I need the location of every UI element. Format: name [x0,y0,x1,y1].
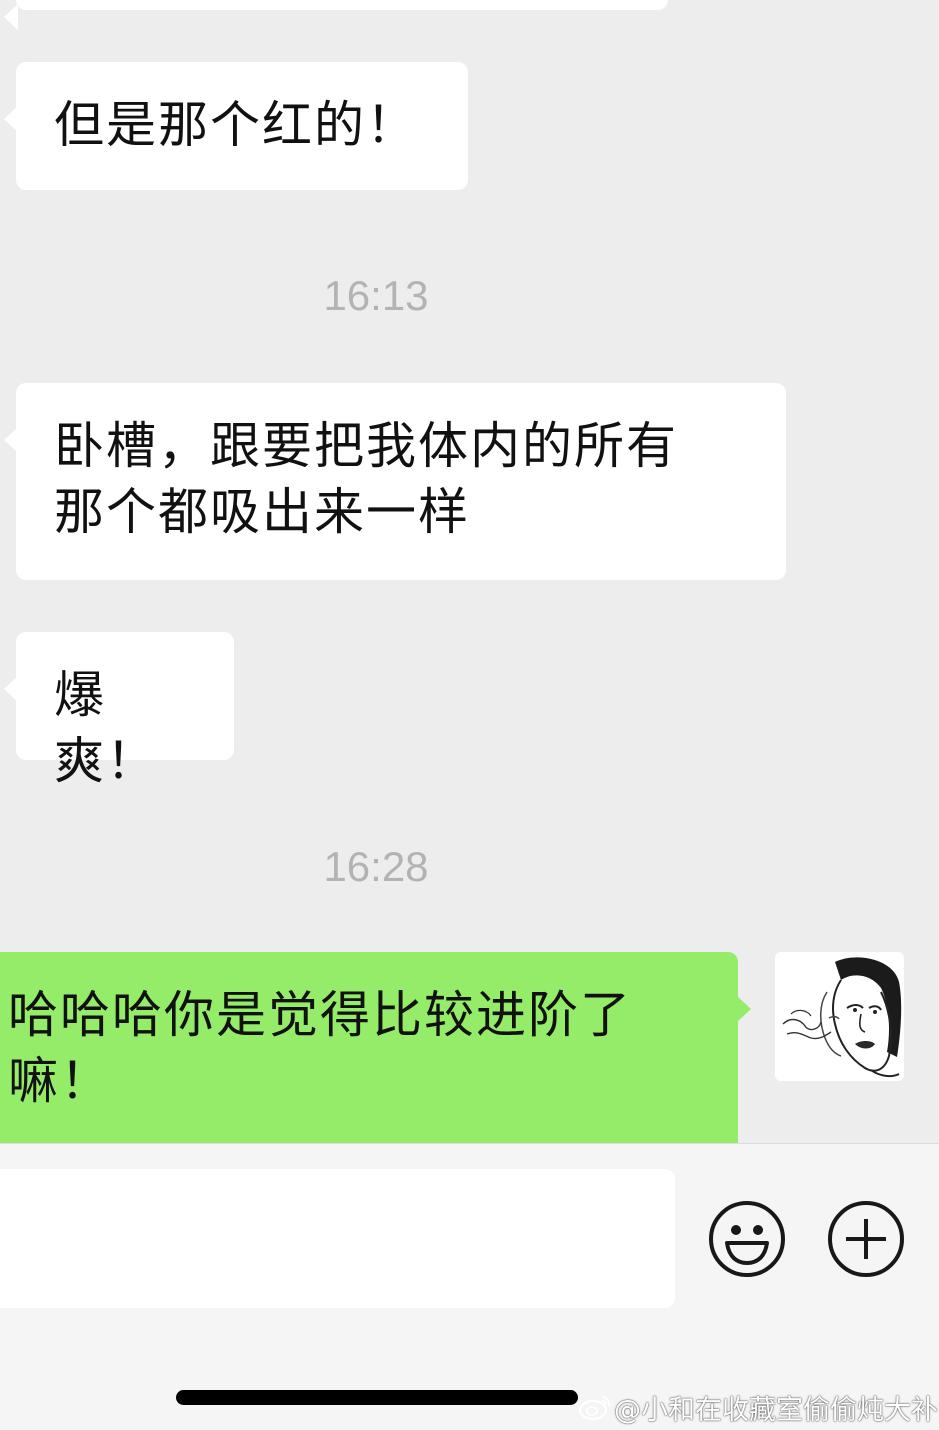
message-input[interactable] [0,1169,675,1308]
message-bubble-2[interactable]: 卧槽，跟要把我体内的所有 那个都吸出来一样 [4,383,786,580]
weibo-logo-icon [578,1396,611,1421]
timestamp-2: 16:28 [323,843,429,890]
plus-circle-icon [828,1201,904,1277]
home-indicator[interactable] [176,1390,578,1405]
message-bubble-1[interactable]: 但是那个红的！ [4,62,468,190]
message-text-2-line-2: 那个都吸出来一样 [54,483,470,541]
message-text-3: 爆爽！ [54,666,158,790]
message-text-1: 但是那个红的！ [54,96,418,154]
message-text-2-line-1: 卧槽，跟要把我体内的所有 [54,417,678,475]
top-partial-bubble[interactable] [4,0,668,30]
timestamp-1: 16:13 [323,272,429,319]
avatar-illustration [775,952,904,1081]
emoji-button[interactable] [707,1199,787,1279]
emoji-smile-icon [709,1201,785,1277]
message-text-4-line-2: 嘛！ [8,1052,112,1110]
chat-area[interactable]: 但是那个红的！ 16:13 卧槽，跟要把我体内的所有 那个都吸出来一样 爆爽！ … [0,0,939,1143]
watermark-text: @小和在收藏室偷偷炖大补汤 [614,1394,939,1426]
message-bubble-3[interactable]: 爆爽！ [4,632,234,790]
message-text-4-line-1: 哈哈哈你是觉得比较进阶了 [8,986,632,1044]
watermark: @小和在收藏室偷偷炖大补汤 [578,1387,939,1427]
add-button[interactable] [826,1199,906,1279]
avatar[interactable] [775,952,904,1081]
input-bar: @小和在收藏室偷偷炖大补汤 [0,1143,939,1430]
message-bubble-4[interactable]: 哈哈哈你是觉得比较进阶了 嘛！ [0,952,751,1143]
